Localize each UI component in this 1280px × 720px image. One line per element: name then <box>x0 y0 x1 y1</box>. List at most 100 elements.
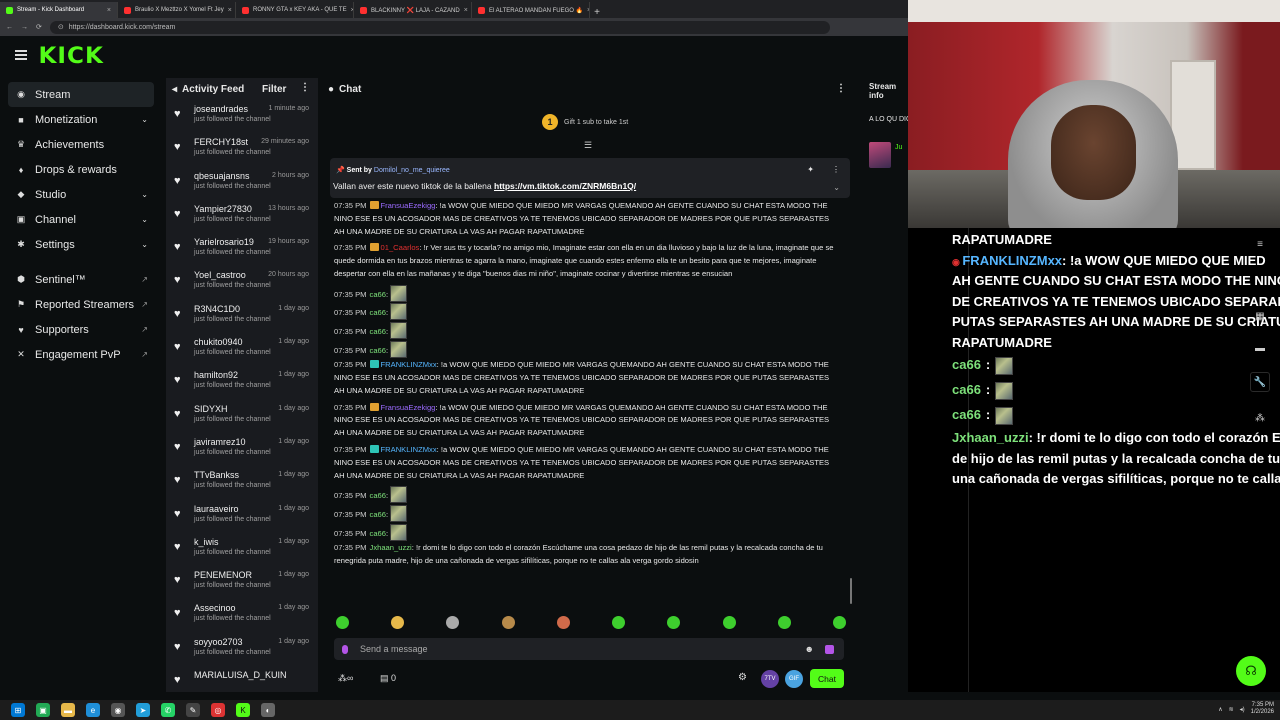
message-username[interactable]: FransuaEzekigg <box>381 403 436 412</box>
obs-icon[interactable]: ◎ <box>211 703 225 717</box>
new-tab-icon[interactable]: + <box>590 7 604 18</box>
wifi-icon[interactable]: ≋ <box>1229 706 1234 713</box>
sidebar-item-reported-streamers[interactable]: ⚑ Reported Streamers ↗ <box>0 292 160 317</box>
kick-logo[interactable]: KICK <box>38 44 104 69</box>
sidebar-item-engagement-pvp[interactable]: ✕ Engagement PvP ↗ <box>0 342 160 367</box>
forward-icon[interactable]: → <box>21 24 28 31</box>
message-username[interactable]: Jxhaan_uzzi <box>370 543 412 552</box>
message-username[interactable]: ca66 <box>370 327 386 336</box>
chat-more-icon[interactable]: ⋮ <box>836 83 846 94</box>
more-options-icon[interactable]: ⋮ <box>300 82 310 93</box>
stream-thumbnail[interactable] <box>869 142 891 168</box>
pin-icon[interactable]: ✦ <box>807 165 814 174</box>
pinned-sender-name[interactable]: Domilol_no_me_quieree <box>374 167 450 174</box>
reload-icon[interactable]: ⟳ <box>36 23 42 31</box>
pinned-message-link[interactable]: https://vm.tiktok.com/ZNRM6Bn1Q/ <box>494 181 636 191</box>
layout-icon[interactable]: ▬ <box>1250 338 1270 358</box>
close-tab-icon[interactable]: × <box>228 7 232 14</box>
message-username[interactable]: FRANKLINZMxx <box>381 360 437 369</box>
gift-sub-prompt[interactable]: 1 Gift 1 sub to take 1st <box>542 114 628 130</box>
mic-icon[interactable] <box>342 644 348 654</box>
message-username[interactable]: ca66 <box>370 290 386 299</box>
gif-button[interactable]: GIF <box>785 670 803 688</box>
browser-tab[interactable]: El ALTERAO MANDAN FUEGO 🔥× <box>472 2 590 18</box>
sidebar-item-achievements[interactable]: ♛ Achievements <box>0 132 160 157</box>
telegram-icon[interactable]: ➤ <box>136 703 150 717</box>
activity-feed-item[interactable]: ♥ joseandrades 1 minute ago just followed t… <box>166 100 318 133</box>
sidebar-item-sentinel[interactable]: ⬢ Sentinel™ ↗ <box>0 267 160 292</box>
collapse-icon[interactable]: ☰ <box>584 140 592 151</box>
quick-emote-icon[interactable] <box>446 616 460 629</box>
send-chat-button[interactable]: Chat <box>810 669 844 688</box>
grid-icon[interactable]: ▦ <box>1250 306 1270 326</box>
message-username[interactable]: ca66 <box>370 529 386 538</box>
sidebar-item-drops-rewards[interactable]: ♦ Drops & rewards <box>0 157 160 182</box>
activity-feed-item[interactable]: ♥ TTvBankss 1 day ago just followed the cha… <box>166 466 318 499</box>
sidebar-item-settings[interactable]: ✱ Settings ⌄ <box>0 232 160 257</box>
activity-feed-item[interactable]: ♥ chukito0940 1 day ago just followed the c… <box>166 333 318 366</box>
chrome-icon[interactable]: ◉ <box>111 703 125 717</box>
activity-feed-item[interactable]: ♥ javiramrez10 1 day ago just followed the … <box>166 433 318 466</box>
sidebar-item-stream[interactable]: ◉ Stream <box>8 82 154 107</box>
close-tab-icon[interactable]: × <box>464 7 468 14</box>
browser-taskbar-icon[interactable]: ◐ <box>261 703 275 717</box>
message-username[interactable]: ca66 <box>370 308 386 317</box>
filter-button[interactable]: Filter <box>262 84 286 95</box>
quick-emote-icon[interactable] <box>336 616 349 629</box>
activity-feed-item[interactable]: ♥ SIDYXH 1 day ago just followed the channe… <box>166 400 318 433</box>
activity-feed-item[interactable]: ♥ Yarielrosario19 19 hours ago just followe… <box>166 233 318 266</box>
back-icon[interactable]: ← <box>6 24 13 31</box>
sidebar-item-studio[interactable]: ◆ Studio ⌄ <box>0 182 160 207</box>
activity-feed-item[interactable]: ♥ Yoel_castroo 20 hours ago just followed t… <box>166 266 318 299</box>
folder-icon[interactable]: ▬ <box>61 703 75 717</box>
quick-emote-icon[interactable] <box>722 616 736 629</box>
sidebar-item-channel[interactable]: ▣ Channel ⌄ <box>0 207 160 232</box>
chat-input[interactable]: Send a message ☻ <box>334 638 844 660</box>
activity-feed-item[interactable]: ♥ hamilton92 1 day ago just followed the ch… <box>166 366 318 399</box>
browser-tab[interactable]: Braulio X Mezttzo X Yomel Ft Jey × <box>118 2 236 18</box>
clock[interactable]: 7:35 PM 1/2/2026 <box>1251 702 1274 716</box>
browser-tab[interactable]: Stream - Kick Dashboard × <box>0 2 118 18</box>
kick-emote-icon[interactable] <box>825 644 834 654</box>
message-username[interactable]: ca66 <box>370 491 386 500</box>
browser-tab[interactable]: RONNY GTA x KEY AKA - QUE TE× <box>236 2 354 18</box>
message-username[interactable]: FransuaEzekigg <box>381 201 436 210</box>
activity-feed-item[interactable]: ♥ PENEMENOR 1 day ago just followed the cha… <box>166 566 318 599</box>
follower-username[interactable]: MARIALUISA_D_KUIN <box>194 670 318 680</box>
volume-icon[interactable]: ◂) <box>1240 706 1245 713</box>
close-tab-icon[interactable]: × <box>107 7 111 14</box>
quick-emote-icon[interactable] <box>777 616 791 629</box>
edge-icon[interactable]: e <box>86 703 100 717</box>
url-field[interactable]: ⊙ https://dashboard.kick.com/stream <box>49 20 830 34</box>
sidebar-item-supporters[interactable]: ♥ Supporters ↗ <box>0 317 160 342</box>
activity-feed-item[interactable]: ♥ lauraaveiro 1 day ago just followed the c… <box>166 500 318 533</box>
whatsapp-icon[interactable]: ✆ <box>161 703 175 717</box>
wrench-icon[interactable]: 🔧 <box>1250 372 1270 392</box>
sidebar-item-monetization[interactable]: ■ Monetization ⌄ <box>0 107 160 132</box>
menu-icon[interactable] <box>15 50 27 60</box>
chevron-down-icon[interactable]: ⌄ <box>833 183 840 192</box>
site-info-icon[interactable]: ⊙ <box>58 23 64 31</box>
quick-emote-icon[interactable] <box>501 616 515 629</box>
quick-emote-icon[interactable] <box>391 616 405 629</box>
help-headset-icon[interactable]: ☊ <box>1236 656 1266 686</box>
activity-feed-item[interactable]: ♥ Assecinoo 1 day ago just followed the cha… <box>166 599 318 632</box>
message-username[interactable]: ca66 <box>370 510 386 519</box>
activity-feed-item[interactable]: ♥ k_iwis 1 day ago just followed the channe… <box>166 533 318 566</box>
message-username[interactable]: 01_Caarlos <box>381 243 420 252</box>
activity-feed-item[interactable]: ♥ Yampier27830 13 hours ago just followed t… <box>166 200 318 233</box>
7tv-button[interactable]: 7TV <box>761 670 779 688</box>
chat-scrollbar[interactable] <box>850 578 852 604</box>
app-icon[interactable]: ✎ <box>186 703 200 717</box>
community-icon[interactable]: ⁂∞ <box>338 673 353 684</box>
activity-feed-item[interactable]: ♥ R3N4C1D0 1 day ago just followed the chan… <box>166 300 318 333</box>
terminal-icon[interactable]: ▣ <box>36 703 50 717</box>
activity-feed-item[interactable]: ♥ FERCHY18st 29 minutes ago just followed t… <box>166 133 318 166</box>
quick-emote-icon[interactable] <box>667 616 681 629</box>
quick-emote-icon[interactable] <box>612 616 626 629</box>
quick-emote-icon[interactable] <box>556 616 570 629</box>
tray-chevron-icon[interactable]: ∧ <box>1218 706 1222 713</box>
browser-tab[interactable]: BLACKINNY ❌ LAJA - CAZAND × <box>354 2 472 18</box>
start-icon[interactable]: ⊞ <box>11 703 25 717</box>
gift-count[interactable]: ▤ 0 <box>380 673 396 684</box>
